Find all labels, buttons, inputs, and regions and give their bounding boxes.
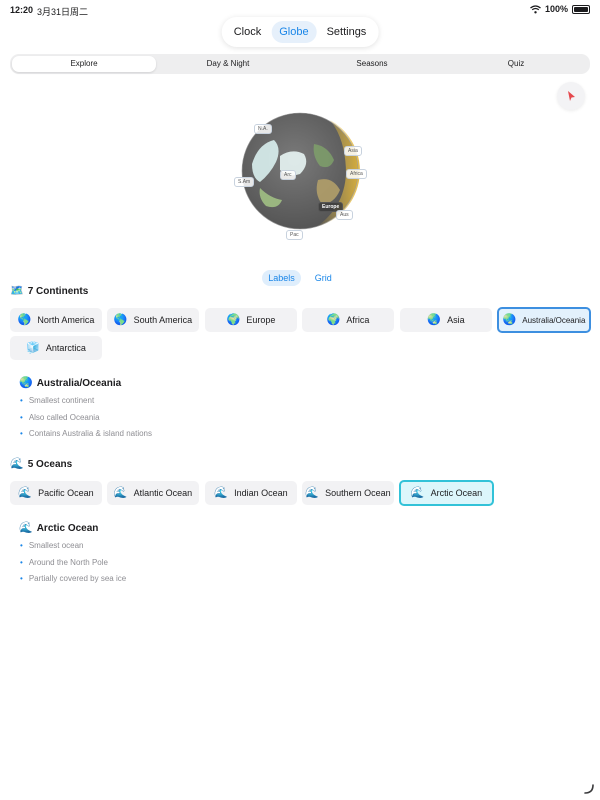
globe-label[interactable]: Pac	[286, 230, 303, 240]
resize-handle-icon[interactable]	[584, 784, 594, 794]
continent-chip-south-america[interactable]: 🌎 South America	[107, 308, 199, 332]
globe-americas-icon: 🌎	[113, 313, 128, 326]
continent-detail-title: 🌏 Australia/Oceania	[19, 377, 122, 390]
ocean-chip-indian[interactable]: 🌊 Indian Ocean	[205, 481, 297, 505]
ocean-facts-list: Smallest ocean Around the North Pole Par…	[20, 537, 126, 587]
wave-icon: 🌊	[10, 458, 24, 470]
list-item: Smallest ocean	[20, 537, 126, 554]
globe-asia-australia-icon: 🌏	[502, 313, 517, 326]
wifi-icon	[530, 4, 541, 13]
map-icon: 🗺️	[10, 285, 24, 297]
tab-settings[interactable]: Settings	[319, 21, 375, 43]
list-item: Partially covered by sea ice	[20, 570, 126, 587]
wave-icon: 🌊	[18, 486, 33, 499]
globe-view[interactable]: N.A. Asia Europe Africa S.Am Aus Pac Arc	[230, 104, 370, 244]
globe-label[interactable]: Arc	[280, 170, 296, 180]
ocean-chip-southern[interactable]: 🌊 Southern Ocean	[302, 481, 394, 505]
chip-label: South America	[133, 315, 193, 325]
chip-label: Pacific Ocean	[38, 488, 94, 498]
globe-europe-africa-icon: 🌍	[226, 313, 241, 326]
location-arrow-icon	[568, 91, 575, 101]
status-time: 12:20	[10, 5, 34, 15]
segment-explore[interactable]: Explore	[12, 56, 156, 72]
wave-icon: 🌊	[305, 486, 320, 499]
wave-icon: 🌊	[19, 522, 33, 534]
chip-label: Arctic Ocean	[430, 488, 483, 498]
status-date: 3月31日周二	[37, 7, 89, 17]
globe-label[interactable]: Asia	[344, 146, 362, 156]
oceans-heading: 🌊 5 Oceans	[10, 458, 73, 471]
globe-label[interactable]: S.Am	[234, 177, 255, 187]
continent-facts-list: Smallest continent Also called Oceania C…	[20, 392, 152, 442]
ocean-chip-arctic[interactable]: 🌊 Arctic Ocean	[399, 480, 494, 506]
wave-icon: 🌊	[214, 486, 229, 499]
compass-button[interactable]	[557, 82, 585, 110]
chip-label: Europe	[246, 315, 276, 325]
continent-chip-australia-oceania[interactable]: 🌏 Australia/Oceania	[497, 307, 591, 333]
ocean-chip-pacific[interactable]: 🌊 Pacific Ocean	[10, 481, 102, 505]
chip-label: Indian Ocean	[234, 488, 288, 498]
battery-icon	[572, 4, 590, 14]
ocean-chip-atlantic[interactable]: 🌊 Atlantic Ocean	[107, 481, 199, 505]
chip-label: Asia	[447, 315, 465, 325]
oceans-title: 5 Oceans	[27, 459, 73, 470]
status-right: 100%	[530, 4, 590, 14]
wave-icon: 🌊	[113, 486, 128, 499]
globe-asia-australia-icon: 🌏	[19, 377, 33, 389]
continent-chip-antarctica[interactable]: 🧊 Antarctica	[10, 336, 102, 360]
segment-seasons[interactable]: Seasons	[300, 56, 444, 72]
continent-chip-europe[interactable]: 🌍 Europe	[205, 308, 297, 332]
chip-label: Southern Ocean	[325, 488, 391, 498]
globe-label[interactable]: Aus	[336, 210, 353, 220]
top-tab-bar: Clock Globe Settings	[221, 17, 379, 47]
continents-title: 7 Continents	[27, 286, 89, 297]
segment-quiz[interactable]: Quiz	[444, 56, 588, 72]
continent-chip-north-america[interactable]: 🌎 North America	[10, 308, 102, 332]
continent-chip-asia[interactable]: 🌏 Asia	[400, 308, 492, 332]
tab-clock[interactable]: Clock	[226, 21, 270, 43]
mode-segmented-control: Explore Day & Night Seasons Quiz	[10, 54, 590, 74]
battery-percent: 100%	[544, 4, 568, 14]
segment-day-night[interactable]: Day & Night	[156, 56, 300, 72]
detail-title-text: Australia/Oceania	[36, 378, 122, 389]
continent-chip-africa[interactable]: 🌍 Africa	[302, 308, 394, 332]
tab-globe[interactable]: Globe	[271, 21, 317, 43]
ocean-detail-title: 🌊 Arctic Ocean	[19, 522, 99, 535]
globe-asia-australia-icon: 🌏	[427, 313, 442, 326]
wave-icon: 🌊	[410, 486, 425, 499]
grid-toggle[interactable]: Grid	[309, 270, 338, 286]
list-item: Contains Australia & island nations	[20, 425, 152, 442]
list-item: Smallest continent	[20, 392, 152, 409]
globe-label[interactable]: N.A.	[254, 124, 272, 134]
list-item: Also called Oceania	[20, 409, 152, 426]
chip-label: Antarctica	[45, 343, 86, 353]
chip-label: North America	[37, 315, 95, 325]
detail-title-text: Arctic Ocean	[36, 523, 99, 534]
chip-label: Atlantic Ocean	[133, 488, 193, 498]
globe-label[interactable]: Africa	[346, 169, 367, 179]
continents-heading: 🗺️ 7 Continents	[10, 285, 89, 298]
ice-cube-icon: 🧊	[26, 341, 40, 354]
labels-toggle[interactable]: Labels	[262, 270, 301, 286]
globe-americas-icon: 🌎	[17, 313, 32, 326]
chip-label: Australia/Oceania	[522, 315, 586, 325]
globe-toggles: Labels Grid	[0, 270, 600, 286]
chip-label: Africa	[346, 315, 370, 325]
list-item: Around the North Pole	[20, 554, 126, 571]
globe-europe-africa-icon: 🌍	[326, 313, 341, 326]
